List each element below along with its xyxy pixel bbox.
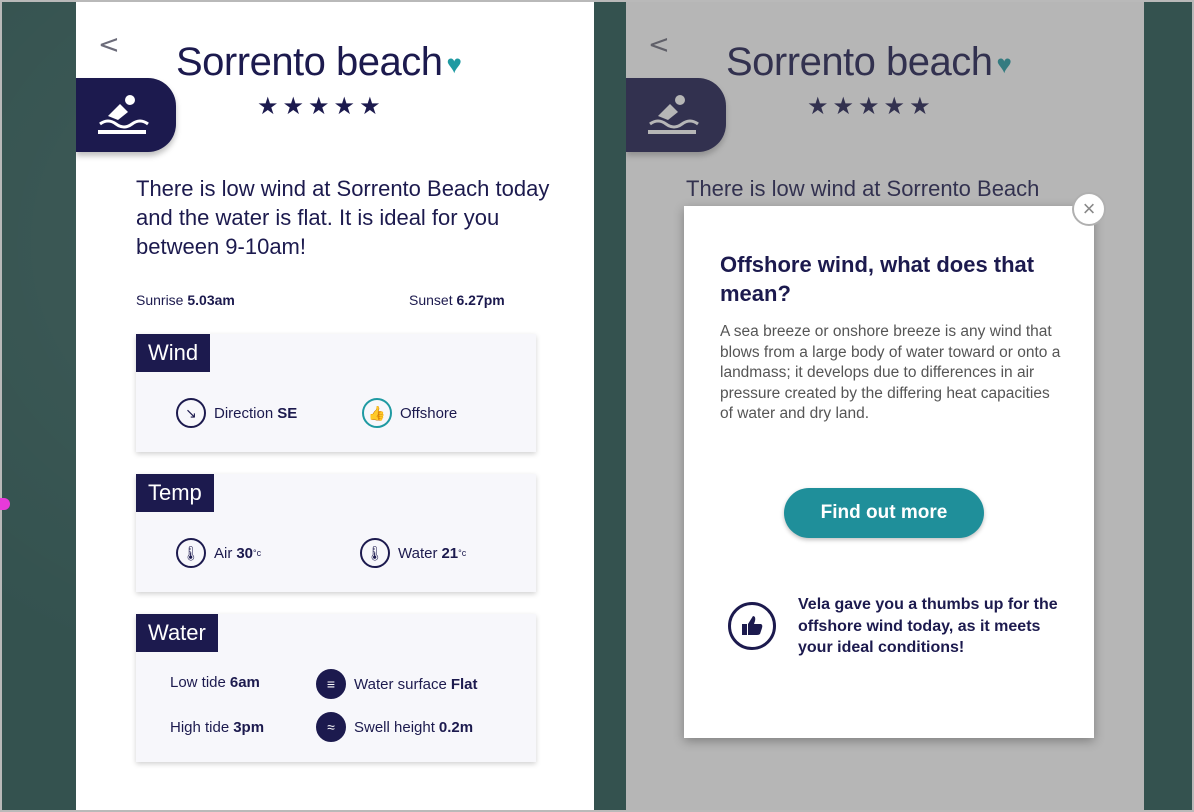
low-tide-value: 6am [229, 674, 260, 691]
modal-footer-text: Vela gave you a thumbs up for the offsho… [798, 596, 1058, 656]
beach-detail-screen: < Sorrento beach ♥ ★★★★★ There is low win… [76, 2, 594, 810]
temp-card-label: Temp [136, 474, 214, 512]
direction-label: Direction [214, 404, 274, 422]
surface-label: Water surface [354, 675, 447, 693]
thermometer-icon: 🌡 [360, 538, 390, 568]
thumbs-up-icon: 👍 [362, 398, 392, 428]
air-temp: 🌡 Air 30 °c [176, 538, 261, 568]
wind-direction: ↘ Direction SE [176, 398, 297, 428]
air-unit: °c [253, 548, 262, 558]
conditions-summary: There is low wind at Sorrento Beach toda… [136, 176, 550, 259]
high-tide: High tide 3pm [170, 719, 264, 736]
heart-icon[interactable]: ♥ [447, 49, 462, 80]
surface-value: Flat [450, 675, 478, 693]
close-icon[interactable]: × [1072, 192, 1106, 226]
beach-name: Sorrento beach [176, 40, 443, 84]
swimmer-icon [98, 95, 149, 134]
thermometer-icon: 🌡 [176, 538, 206, 568]
swell-label: Swell height [354, 718, 435, 736]
wind-card: Wind ↘ Direction SE 👍 Offshore [136, 334, 536, 452]
swell-value: 0.2m [438, 718, 474, 736]
wind-card-label: Wind [136, 334, 211, 372]
back-chevron-icon[interactable]: < [98, 32, 120, 58]
divider-strip [594, 2, 626, 810]
direction-value: SE [277, 404, 298, 422]
wind-offshore[interactable]: 👍 Offshore [362, 398, 457, 428]
sunrise-info: Sunrise 5.03am [136, 292, 235, 308]
sunset-label: Sunset [409, 292, 453, 308]
info-modal: Offshore wind, what does that mean? A se… [684, 206, 1094, 738]
sunset-info: Sunset 6.27pm [409, 292, 505, 308]
air-value: 30 [236, 544, 254, 562]
sunrise-label: Sunrise [136, 292, 184, 308]
low-tide-label: Low tide [170, 674, 226, 691]
activity-tab[interactable] [76, 78, 176, 152]
find-out-more-button[interactable]: Find out more [784, 488, 984, 538]
swell-icon: ≈ [316, 712, 346, 742]
water-value: 21 [441, 544, 459, 562]
modal-title: Offshore wind, what does that mean? [720, 252, 1035, 306]
water-unit: °c [458, 548, 467, 558]
beach-detail-screen-modal: < Sorrento beach ♥ ★★★★★ There is low win… [626, 2, 1144, 810]
modal-body: A sea breeze or onshore breeze is any wi… [720, 323, 1061, 422]
water-temp: 🌡 Water 21 °c [360, 538, 466, 568]
background-edge [1142, 2, 1192, 810]
water-card-label: Water [136, 614, 218, 652]
offshore-label: Offshore [400, 404, 458, 422]
wave-lines-icon: ≡ [316, 669, 346, 699]
air-label: Air [214, 544, 233, 562]
thumbs-up-icon [728, 602, 776, 650]
swell-height: ≈ Swell height 0.2m [316, 712, 473, 742]
high-tide-label: High tide [170, 719, 230, 736]
sunrise-value: 5.03am [187, 292, 235, 308]
page-title: Sorrento beach ♥ [176, 40, 462, 85]
low-tide: Low tide 6am [170, 674, 260, 691]
rating-stars: ★★★★★ [257, 93, 385, 120]
high-tide-value: 3pm [233, 719, 265, 736]
compass-arrow-icon: ↘ [176, 398, 206, 428]
temp-card: Temp 🌡 Air 30 °c 🌡 Water 21 °c [136, 474, 536, 592]
water-card: Water Low tide 6am High tide 3pm ≡ Water… [136, 614, 536, 762]
sunset-value: 6.27pm [456, 292, 505, 308]
water-surface: ≡ Water surface Flat [316, 669, 477, 699]
water-label: Water [398, 544, 438, 562]
